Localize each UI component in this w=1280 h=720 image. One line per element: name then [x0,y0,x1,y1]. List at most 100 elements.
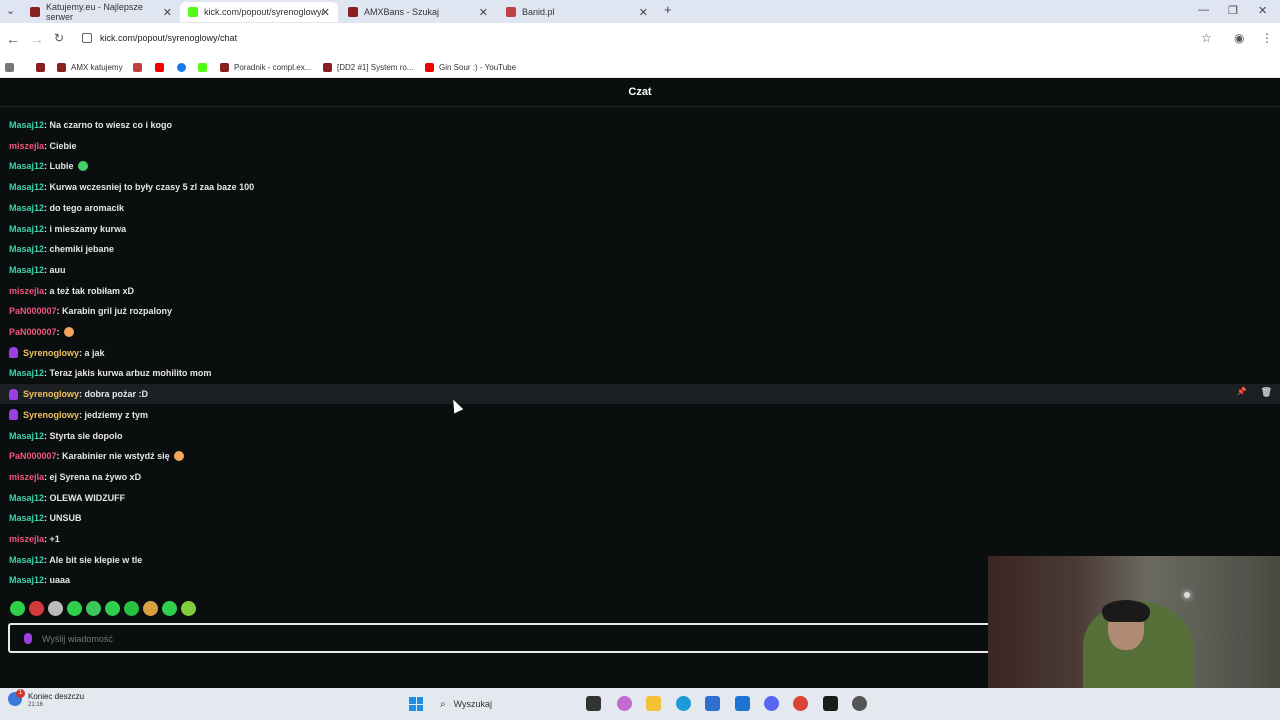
chat-username[interactable]: Masaj12 [9,161,44,171]
minimize-icon[interactable]: — [1198,4,1209,16]
profile-icon[interactable]: ◉ [1234,31,1244,45]
emote-icon[interactable] [162,601,177,616]
discord-icon[interactable] [764,696,779,711]
chat-message[interactable]: Masaj12: do tego aromacik [0,198,1280,218]
close-icon[interactable]: ✕ [321,6,330,19]
copilot-icon[interactable] [617,696,632,711]
chat-username[interactable]: Masaj12 [9,555,44,565]
chat-message[interactable]: Syrenoglowy: jedziemy z tym [0,405,1280,425]
chat-message[interactable]: Syrenoglowy: a jak [0,343,1280,363]
restore-icon[interactable]: ❐ [1228,4,1238,17]
emote-icon[interactable] [48,601,63,616]
weather-widget[interactable]: 1 Koniec deszczu 21:16 [8,689,84,708]
emote-icon[interactable] [105,601,120,616]
taskbar-search[interactable]: ⌕ Wyszukaj [434,694,574,714]
bookmark-icon-facebook[interactable] [177,60,191,74]
chat-username[interactable]: Syrenoglowy [23,389,79,399]
chat-username[interactable]: Masaj12 [9,493,44,503]
chat-username[interactable]: Masaj12 [9,203,44,213]
chat-username[interactable]: Masaj12 [9,368,44,378]
chat-message[interactable]: Masaj12: chemiki jebane [0,239,1280,259]
chat-message[interactable]: miszejla: a też tak robiłam xD [0,281,1280,301]
chat-username[interactable]: Masaj12 [9,120,44,130]
pin-icon[interactable]: 📌 [1237,387,1247,398]
chat-username[interactable]: Masaj12 [9,182,44,192]
chat-username[interactable]: miszejla [9,286,44,296]
window-close-icon[interactable]: ✕ [1258,4,1267,17]
chat-username[interactable]: miszejla [9,472,44,482]
reload-icon[interactable]: ↻ [54,31,64,45]
tab-katujemy[interactable]: Katujemy.eu - Najlepsze serwer ✕ [22,2,180,22]
emote-icon[interactable] [86,601,101,616]
bookmark-icon-youtube[interactable] [155,60,169,74]
chrome-icon[interactable] [793,696,808,711]
outlook-icon[interactable] [735,696,750,711]
menu-icon[interactable]: ⋮ [1261,31,1273,45]
chat-message[interactable]: PaN000007: [0,322,1280,342]
chat-message[interactable]: PaN000007: Karabin gril już rozpalony [0,301,1280,321]
chat-message[interactable]: Masaj12: auu [0,260,1280,280]
store-icon[interactable] [705,696,720,711]
chat-username[interactable]: PaN000007 [9,327,57,337]
chat-message[interactable]: Masaj12: Na czarno to wiesz co i kogo [0,115,1280,135]
emote-icon[interactable] [29,601,44,616]
chat-username[interactable]: Masaj12 [9,224,44,234]
bookmark-icon-kick[interactable] [198,60,212,74]
tab-list-icon[interactable]: ⌄ [6,4,15,17]
chat-username[interactable]: Syrenoglowy [23,348,79,358]
tab-banid[interactable]: Banid.pl ✕ [498,2,656,22]
chat-input-box[interactable] [8,623,998,653]
chat-username[interactable]: Masaj12 [9,513,44,523]
bookmark-amx-katujemy[interactable]: AMX katujemy [57,60,123,74]
forward-icon[interactable]: → [30,31,44,47]
chat-message[interactable]: Masaj12: UNSUB [0,508,1280,528]
tab-kick-chat[interactable]: kick.com/popout/syrenoglowy/ ✕ [180,2,338,22]
address-input[interactable]: kick.com/popout/syrenoglowy/chat [100,33,237,43]
chat-message[interactable]: miszejla: ej Syrena na żywo xD [0,467,1280,487]
chat-username[interactable]: Masaj12 [9,431,44,441]
emote-icon[interactable] [67,601,82,616]
chat-message[interactable]: miszejla: Ciebie [0,136,1280,156]
chat-username[interactable]: miszejla [9,141,44,151]
bookmark-star-icon[interactable]: ☆ [1201,31,1212,45]
chat-username[interactable]: PaN000007 [9,306,57,316]
site-info-icon[interactable] [82,33,92,43]
chat-username[interactable]: Masaj12 [9,575,44,585]
chat-username[interactable]: Masaj12 [9,244,44,254]
close-icon[interactable]: ✕ [479,6,488,19]
bookmark-icon-link[interactable] [133,60,147,74]
emote-icon[interactable] [10,601,25,616]
bookmark-poradnik[interactable]: Poradnik - compl.ex... [220,60,311,74]
chat-message[interactable]: PaN000007: Karabinier nie wstydź się [0,446,1280,466]
chat-message[interactable]: Masaj12: OLEWA WIDZUFF [0,488,1280,508]
new-tab-icon[interactable]: + [664,2,672,17]
chat-username[interactable]: Masaj12 [9,265,44,275]
tab-amxbans[interactable]: AMXBans - Szukaj ✕ [340,2,496,22]
bookmark-dd2[interactable]: [DD2 #1] System ro... [323,60,413,74]
chat-username[interactable]: miszejla [9,534,44,544]
emote-icon[interactable] [181,601,196,616]
delete-icon[interactable]: 🗑 [1261,387,1272,398]
kick-app-icon[interactable] [823,696,838,711]
close-icon[interactable]: ✕ [163,6,172,19]
bookmark-gin-sour[interactable]: Gin Sour :) - YouTube [425,60,516,74]
chat-messages[interactable]: Masaj12: Na czarno to wiesz co i kogo mis… [0,107,1280,593]
task-view-icon[interactable] [586,696,601,711]
start-menu-icon[interactable] [409,697,423,711]
chat-message-input[interactable] [42,629,942,649]
edge-icon[interactable] [676,696,691,711]
chat-message[interactable]: Masaj12: Teraz jakis kurwa arbuz mohilit… [0,363,1280,383]
chat-message[interactable]: Masaj12: i mieszamy kurwa [0,219,1280,239]
apps-grid-icon[interactable] [5,60,19,74]
file-explorer-icon[interactable] [646,696,661,711]
chat-username[interactable]: Syrenoglowy [23,410,79,420]
chat-message[interactable]: Syrenoglowy: dobra pożar :D 📌 🗑 [0,384,1280,405]
bookmark-icon-amx[interactable] [36,60,50,74]
obs-icon[interactable] [852,696,867,711]
back-icon[interactable]: ← [6,31,20,47]
chat-message[interactable]: miszejla: +1 [0,529,1280,549]
chat-message[interactable]: Masaj12: Kurwa wczesniej to były czasy 5… [0,177,1280,197]
chat-message[interactable]: Masaj12: Styrta sie dopolo [0,426,1280,446]
close-icon[interactable]: ✕ [639,6,648,19]
emote-icon[interactable] [124,601,139,616]
